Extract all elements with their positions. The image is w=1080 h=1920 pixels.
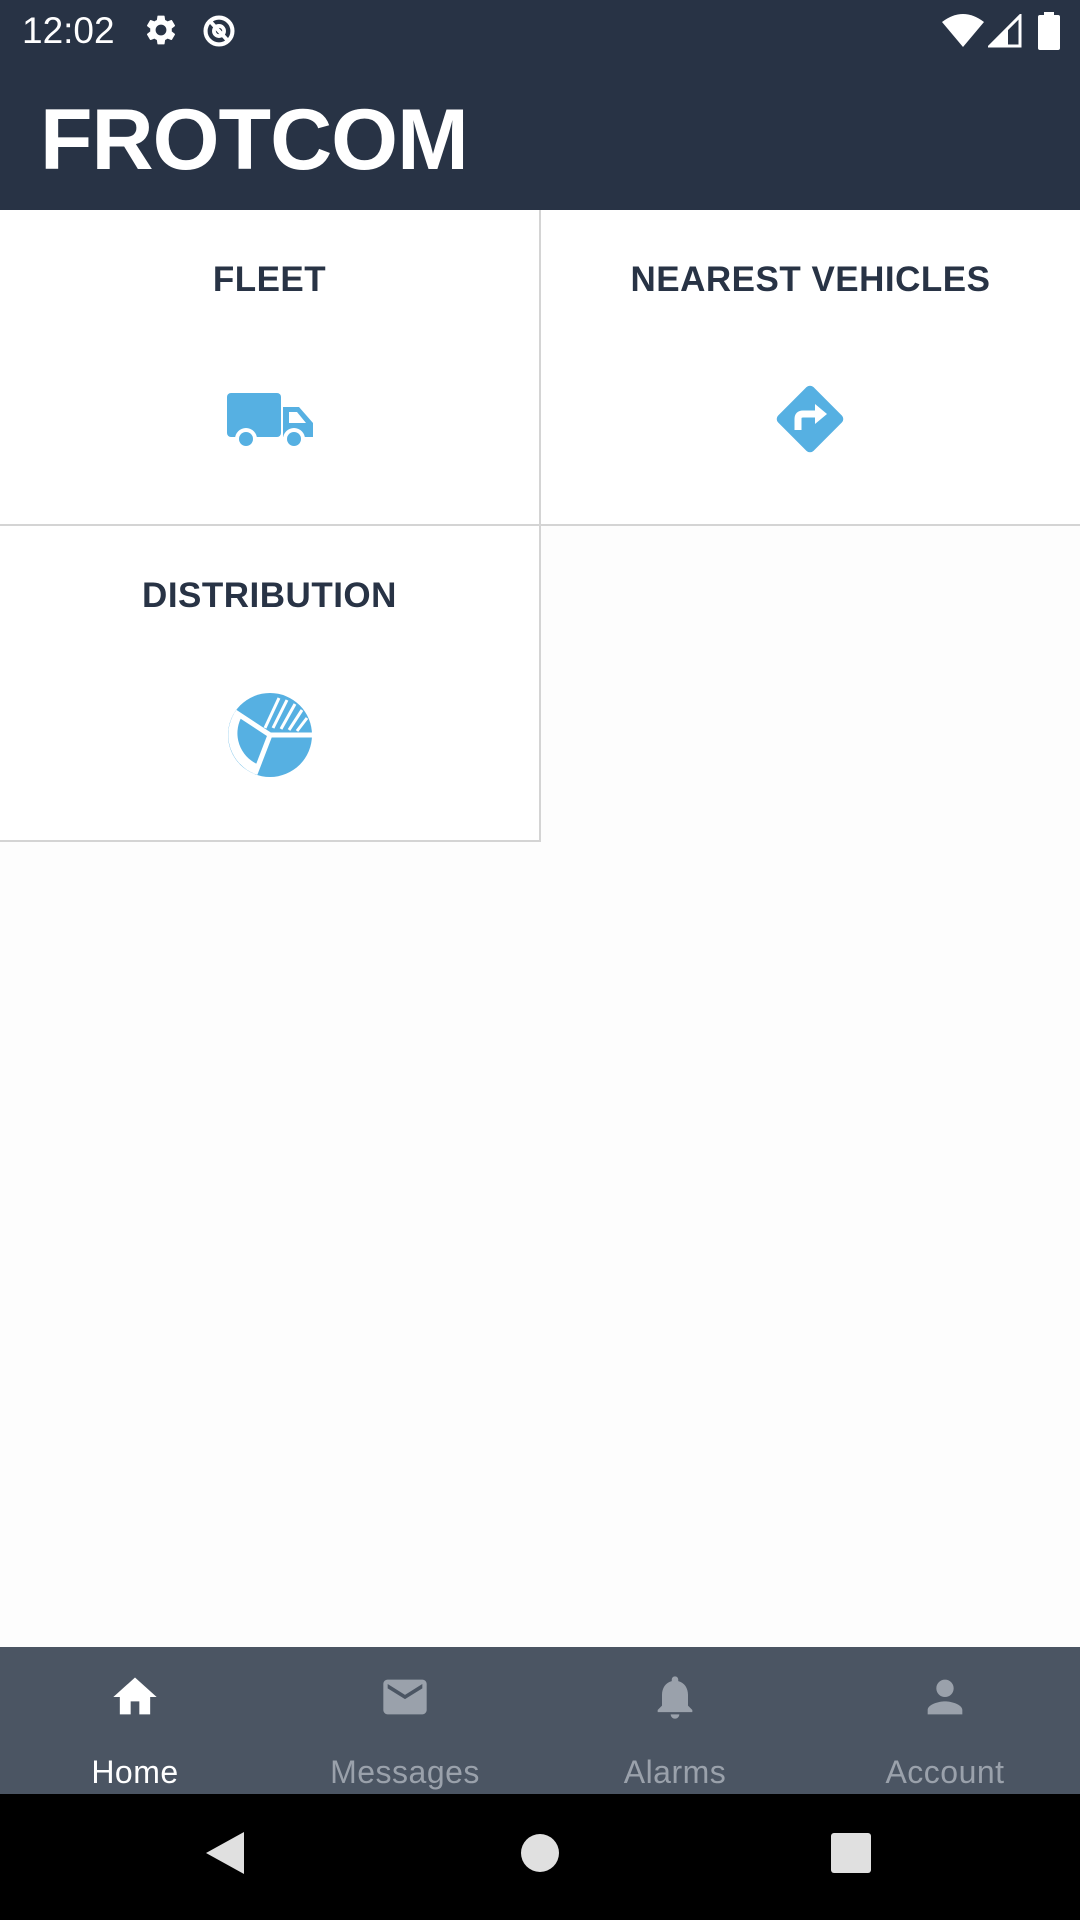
nav-home[interactable]: Home bbox=[0, 1647, 270, 1794]
tile-distribution-label: DISTRIBUTION bbox=[142, 576, 397, 615]
system-nav-bar bbox=[0, 1794, 1080, 1920]
bell-icon bbox=[657, 1676, 693, 1719]
battery-icon bbox=[1038, 12, 1060, 50]
tile-fleet[interactable]: FLEET bbox=[0, 210, 541, 526]
app-logo: FROTCOM bbox=[40, 92, 469, 188]
status-time: 12:02 bbox=[22, 10, 115, 51]
envelope-icon bbox=[383, 1679, 427, 1715]
nav-alarms-label: Alarms bbox=[623, 1754, 727, 1790]
bottom-nav: Home Messages Alarms Account bbox=[0, 1647, 1080, 1794]
pie-chart-icon bbox=[228, 693, 312, 777]
tile-distribution[interactable]: DISTRIBUTION bbox=[0, 526, 541, 842]
nav-messages[interactable]: Messages bbox=[270, 1647, 540, 1794]
tile-nearest-vehicles[interactable]: NEAREST VEHICLES bbox=[541, 210, 1080, 526]
recents-icon[interactable] bbox=[830, 1830, 872, 1876]
cell-signal-icon bbox=[988, 14, 1022, 48]
home-icon bbox=[113, 1677, 157, 1715]
nav-messages-label: Messages bbox=[330, 1754, 480, 1790]
nav-account-label: Account bbox=[885, 1754, 1005, 1790]
home-circle-icon[interactable] bbox=[519, 1830, 561, 1876]
status-bar: 12:02 bbox=[0, 0, 1080, 63]
wifi-icon bbox=[942, 14, 984, 47]
settings-gear-icon bbox=[146, 15, 176, 45]
data-saver-icon bbox=[203, 15, 235, 47]
app-header: FROTCOM bbox=[0, 63, 1080, 210]
direction-sign-icon bbox=[776, 385, 844, 453]
person-icon bbox=[927, 1679, 963, 1715]
nav-account[interactable]: Account bbox=[810, 1647, 1080, 1794]
back-icon[interactable] bbox=[204, 1830, 246, 1876]
tile-fleet-label: FLEET bbox=[212, 260, 327, 299]
nav-home-label: Home bbox=[91, 1754, 179, 1790]
nav-alarms[interactable]: Alarms bbox=[540, 1647, 810, 1794]
tile-nearest-vehicles-label: NEAREST VEHICLES bbox=[630, 260, 991, 299]
truck-icon bbox=[227, 393, 313, 450]
